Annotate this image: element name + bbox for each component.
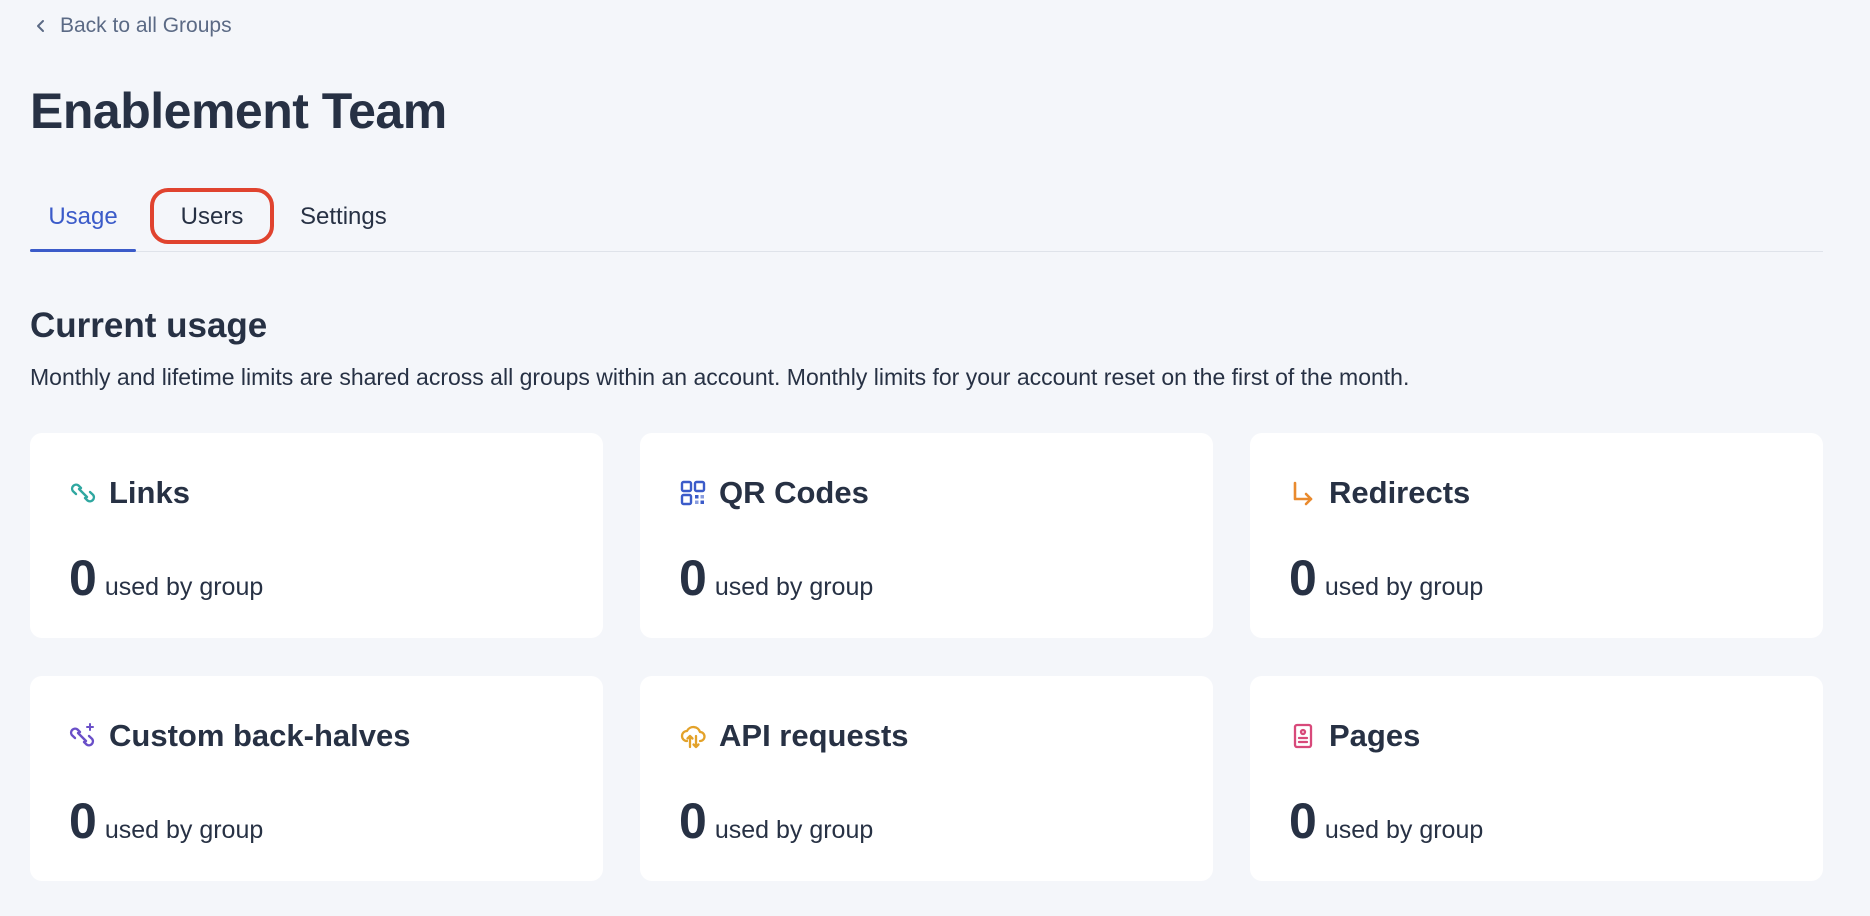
- usage-count: 0: [1289, 550, 1317, 606]
- usage-card-pages: Pages 0 used by group: [1250, 676, 1823, 881]
- tab-users-label: Users: [180, 203, 244, 230]
- page-icon: [1289, 722, 1317, 750]
- usage-cards: Links 0 used by group QR Codes 0 used by…: [30, 433, 1824, 881]
- usage-card-redirects: Redirects 0 used by group: [1250, 433, 1823, 638]
- usage-count: 0: [679, 793, 707, 849]
- usage-label: used by group: [714, 816, 874, 844]
- tab-settings[interactable]: Settings: [284, 183, 403, 251]
- tab-users[interactable]: Users: [150, 183, 274, 251]
- usage-label: used by group: [714, 573, 874, 601]
- usage-label: used by group: [1324, 573, 1484, 601]
- link-icon: [69, 479, 97, 507]
- usage-label: used by group: [1324, 816, 1484, 844]
- usage-label: used by group: [104, 573, 264, 601]
- section-description: Monthly and lifetime limits are shared a…: [30, 364, 1410, 390]
- qr-code-icon: [679, 479, 707, 507]
- group-usage-page: Back to all Groups Enablement Team Usage…: [0, 0, 1870, 916]
- card-title: QR Codes: [719, 475, 869, 510]
- tab-usage[interactable]: Usage: [30, 183, 136, 252]
- cloud-transfer-icon: [679, 722, 707, 750]
- back-to-groups-link[interactable]: Back to all Groups: [34, 14, 232, 38]
- redirect-arrow-icon: [1289, 479, 1317, 507]
- card-title: Custom back-halves: [109, 718, 411, 753]
- usage-count: 0: [1289, 793, 1317, 849]
- group-tabs: Usage Users Settings: [30, 184, 1823, 252]
- chevron-left-icon: [37, 20, 44, 32]
- back-link-label: Back to all Groups: [60, 14, 232, 37]
- section-title: Current usage: [30, 306, 268, 345]
- page-title: Enablement Team: [30, 83, 447, 139]
- usage-count: 0: [69, 550, 97, 606]
- usage-label: used by group: [104, 816, 264, 844]
- usage-count: 0: [679, 550, 707, 606]
- card-title: Links: [109, 475, 190, 510]
- card-title: Pages: [1329, 718, 1421, 753]
- usage-card-qr-codes: QR Codes 0 used by group: [640, 433, 1213, 638]
- usage-card-links: Links 0 used by group: [30, 433, 603, 638]
- card-title: Redirects: [1329, 475, 1471, 510]
- card-title: API requests: [719, 718, 909, 753]
- sparkle-link-icon: [69, 722, 97, 750]
- tab-settings-label: Settings: [300, 203, 387, 230]
- usage-count: 0: [69, 793, 97, 849]
- usage-card-api-requests: API requests 0 used by group: [640, 676, 1213, 881]
- tab-usage-label: Usage: [48, 203, 118, 230]
- usage-card-custom-back-halves: Custom back-halves 0 used by group: [30, 676, 603, 881]
